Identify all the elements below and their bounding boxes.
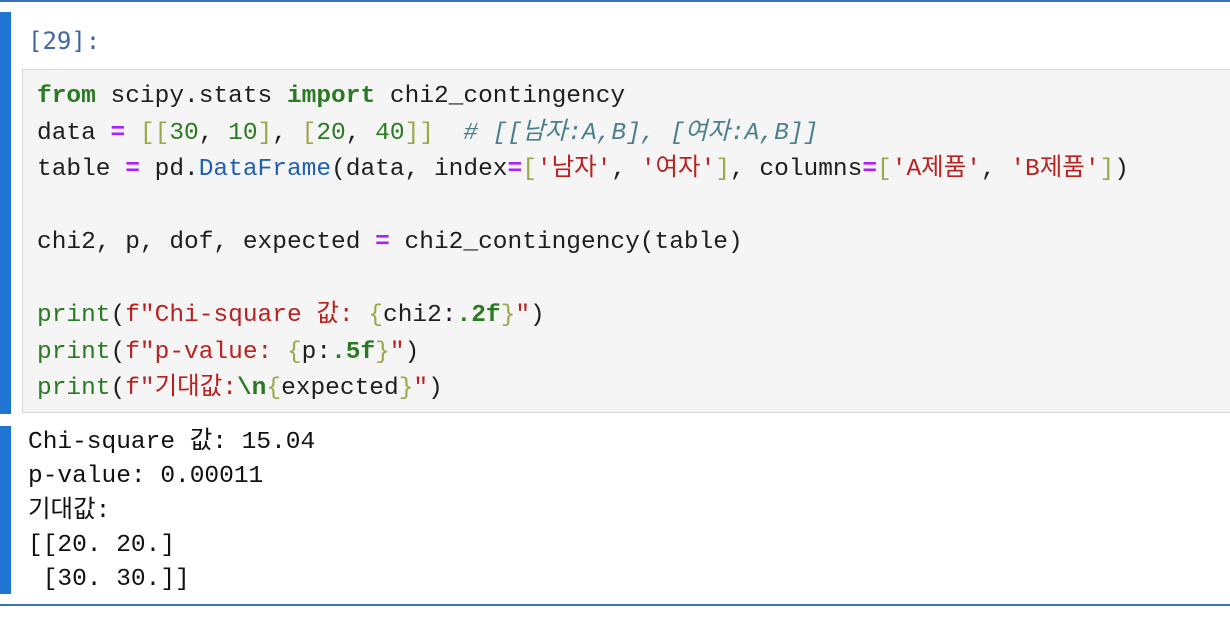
code-token: ,	[980, 156, 1011, 183]
code-token: chi2, p, dof, expected	[37, 229, 376, 256]
code-token: 'A제품'	[891, 156, 981, 183]
code-token: [	[301, 119, 317, 147]
code-token: f"p-value:	[125, 338, 287, 366]
code-token: "	[413, 375, 429, 402]
output-line: 기대값:	[28, 497, 111, 525]
code-line[interactable]: chi2, p, dof, expected = chi2_contingenc…	[37, 225, 1129, 262]
code-token: =	[125, 156, 140, 183]
code-token: 10	[228, 119, 258, 147]
code-token: f"Chi-square 값:	[125, 302, 369, 329]
cell-selection-bar-input[interactable]	[0, 12, 11, 414]
code-token: ,	[345, 119, 376, 147]
code-token: ]]	[404, 119, 434, 147]
code-token: from	[37, 83, 96, 110]
output-line: [[20. 20.]	[28, 531, 176, 559]
code-token: )	[404, 338, 420, 366]
code-line[interactable]: from scipy.stats import chi2_contingency	[37, 79, 1129, 116]
execution-count-prompt: [29]:	[28, 27, 101, 55]
code-token: print	[37, 338, 111, 366]
code-token: ,	[198, 119, 229, 147]
code-line[interactable]	[37, 189, 1129, 226]
code-token: {	[368, 302, 383, 329]
code-line[interactable]: print(f"기대값:\n{expected}")	[37, 371, 1129, 408]
code-token: )	[428, 375, 443, 402]
code-token: # [[남자:A,B], [여자:A,B]]	[463, 119, 819, 147]
code-editor-content[interactable]: from scipy.stats import chi2_contingency…	[37, 79, 1129, 408]
code-token: .2f	[456, 302, 501, 329]
code-line[interactable]: table = pd.DataFrame(data, index=['남자', …	[37, 152, 1129, 189]
code-line[interactable]	[37, 262, 1129, 299]
code-token: table	[37, 156, 126, 183]
code-token: =	[375, 229, 390, 256]
code-token: (	[110, 338, 126, 366]
code-token: "	[515, 302, 531, 329]
code-token: [	[522, 156, 537, 183]
code-token: 40	[375, 119, 405, 147]
code-token: [[	[139, 119, 170, 147]
code-token: print	[37, 375, 111, 402]
code-token: ]	[1099, 156, 1115, 183]
code-token: ,	[611, 156, 641, 183]
notebook-top-divider	[0, 0, 1230, 2]
code-token: [	[877, 156, 892, 183]
code-token: {	[286, 338, 302, 366]
code-token: f"기대값:	[125, 375, 237, 402]
code-token: chi2:	[383, 302, 457, 329]
code-token: )	[1114, 156, 1129, 183]
code-token: (	[110, 302, 126, 329]
code-token: data	[37, 119, 111, 147]
output-line: p-value: 0.00011	[28, 463, 264, 491]
code-token: expected	[281, 375, 399, 402]
code-token: \n	[236, 375, 267, 402]
code-token: )	[530, 302, 545, 329]
code-token: pd.	[139, 156, 199, 183]
code-token: import	[286, 83, 376, 110]
code-token: ]	[715, 156, 731, 183]
code-token: chi2_contingency(table)	[389, 229, 743, 256]
code-token: =	[862, 156, 878, 183]
code-token: 30	[169, 119, 199, 147]
code-token: =	[507, 156, 523, 183]
code-token: print	[37, 302, 111, 329]
code-token: scipy.stats	[95, 83, 287, 110]
code-token: }	[398, 375, 414, 402]
code-token: DataFrame	[198, 156, 332, 183]
code-token: '여자'	[640, 156, 716, 183]
code-token: "	[389, 338, 405, 366]
cell-selection-bar-output[interactable]	[0, 426, 11, 594]
code-token: {	[266, 375, 282, 402]
output-line: Chi-square 값: 15.04	[28, 429, 316, 456]
output-line: [30. 30.]]	[28, 566, 190, 594]
code-token: (data, index	[331, 156, 508, 183]
code-line[interactable]: data = [[30, 10], [20, 40]] # [[남자:A,B],…	[37, 116, 1129, 153]
code-token: chi2_contingency	[375, 83, 626, 110]
code-token: 20	[316, 119, 346, 147]
notebook-bottom-divider	[0, 604, 1230, 606]
code-token: }	[500, 302, 516, 329]
code-token: .5f	[331, 338, 376, 366]
code-token: ]	[257, 119, 273, 147]
cell-output: Chi-square 값: 15.04 p-value: 0.00011 기대값: […	[28, 426, 315, 597]
code-token: =	[110, 119, 126, 147]
code-token: (	[110, 375, 126, 402]
code-token: , columns	[730, 156, 863, 183]
code-token: }	[375, 338, 390, 366]
code-token: '남자'	[536, 156, 612, 183]
code-line[interactable]: print(f"p-value: {p:.5f}")	[37, 335, 1129, 372]
code-token: ,	[272, 119, 302, 147]
code-token: p:	[301, 338, 332, 366]
code-token: 'B제품'	[1010, 156, 1100, 183]
code-line[interactable]: print(f"Chi-square 값: {chi2:.2f}")	[37, 298, 1129, 335]
